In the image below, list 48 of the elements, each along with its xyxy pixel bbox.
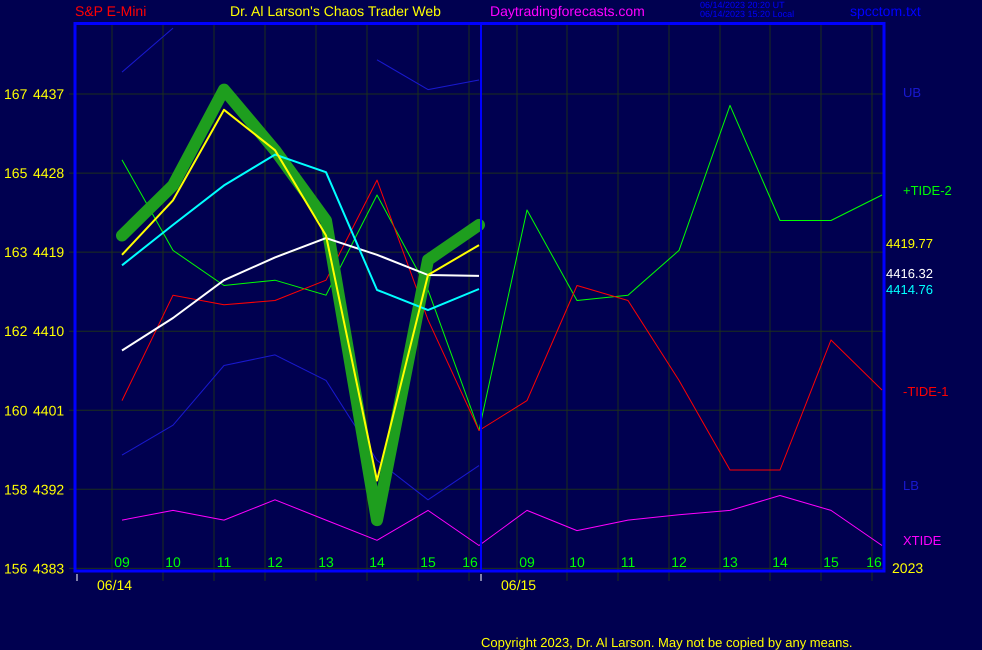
timestamp: 06/14/2023 20:20 UT	[700, 1, 786, 10]
axis-label: 12	[267, 554, 283, 570]
value-label: 4416.32	[886, 266, 933, 281]
chart-title: Dr. Al Larson's Chaos Trader Web	[230, 3, 442, 19]
axis-label: 09	[519, 554, 535, 570]
axis-label: 4401	[33, 402, 64, 418]
axis-label: 11	[216, 554, 232, 570]
axis-label: 13	[318, 554, 334, 570]
timestamp: 06/14/2023 15:20 Local	[700, 10, 796, 19]
axis-label: 11	[620, 554, 636, 570]
axis-label: 14	[369, 554, 385, 570]
axis-label: 160	[4, 402, 28, 418]
value-label: 4419.77	[886, 236, 933, 251]
axis-label: 13	[722, 554, 738, 570]
axis-label: 16	[462, 554, 478, 570]
axis-label: 4410	[33, 323, 64, 340]
axis-label: 167	[4, 86, 28, 102]
series-label: UB	[903, 85, 922, 100]
year-label: 2023	[892, 560, 924, 576]
axis-label: 156	[4, 560, 28, 576]
copyright-notice: Copyright 2023, Dr. Al Larson. May not be copied by any means.	[481, 635, 852, 650]
axis-label: 09	[114, 554, 130, 570]
series-label: LB	[903, 478, 919, 493]
axis-label: 16	[866, 554, 882, 570]
date-label: 06/14	[97, 577, 132, 593]
axis-label: 10	[165, 554, 181, 570]
axis-label: 12	[671, 554, 687, 570]
axis-label: 10	[569, 554, 585, 570]
value-label: 4414.76	[886, 282, 933, 297]
series-label: XTIDE	[903, 533, 942, 548]
axis-label: 4437	[33, 86, 64, 102]
axis-label: 15	[823, 554, 839, 570]
axis-label: 163	[4, 244, 28, 260]
axis-label: 165	[4, 165, 28, 182]
symbol-label: S&P E-Mini	[75, 3, 148, 19]
axis-label: 15	[420, 554, 436, 570]
axis-label: 14	[772, 554, 788, 570]
website-label: Daytradingforecasts.com	[490, 3, 646, 19]
file-name: spcctom.txt	[850, 3, 922, 19]
axis-label: 158	[4, 481, 28, 498]
axis-label: 4383	[33, 560, 64, 576]
axis-label: 4428	[33, 165, 64, 182]
series-label: +TIDE-2	[903, 183, 952, 198]
series-label: -TIDE-1	[903, 384, 948, 399]
axis-label: 162	[4, 323, 28, 340]
axis-label: 4419	[33, 244, 64, 260]
date-label: 06/15	[501, 577, 536, 593]
axis-label: 4392	[33, 481, 64, 498]
